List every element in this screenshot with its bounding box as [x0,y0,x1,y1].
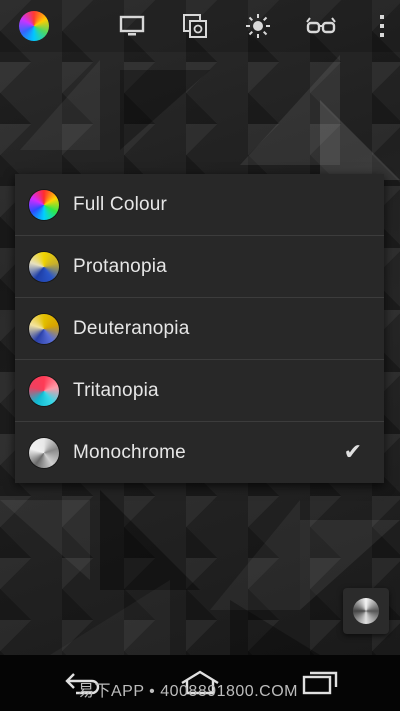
menu-item-tritanopia[interactable]: Tritanopia [15,360,384,422]
mode-toggle-button[interactable] [343,588,389,634]
monitor-icon[interactable] [118,12,146,40]
recent-apps-icon[interactable] [300,669,340,695]
menu-item-label: Deuteranopia [73,318,190,339]
menu-item-full-colour[interactable]: Full Colour [15,174,384,236]
monochrome-wheel-icon [353,598,379,624]
full-colour-swatch-icon [29,190,59,220]
color-wheel-icon[interactable] [18,10,50,42]
brightness-icon[interactable] [244,12,272,40]
glasses-icon[interactable] [305,12,337,40]
monochrome-swatch-icon [29,438,59,468]
menu-item-monochrome[interactable]: Monochrome ✔ [15,422,384,483]
menu-item-label: Tritanopia [73,380,159,401]
menu-item-label: Protanopia [73,256,167,277]
deuteranopia-swatch-icon [29,314,59,344]
colour-mode-menu: Full Colour Protanopia Deuteranopia Trit… [15,174,384,483]
menu-item-label: Monochrome [73,442,186,463]
more-vert-icon[interactable] [368,12,396,40]
menu-item-deuteranopia[interactable]: Deuteranopia [15,298,384,360]
menu-item-protanopia[interactable]: Protanopia [15,236,384,298]
protanopia-swatch-icon [29,252,59,282]
screenshot-icon[interactable] [181,12,209,40]
system-nav-bar: 易下APP • 4008891800.COM [0,655,400,711]
watermark-text: 易下APP • 4008891800.COM [78,683,298,700]
selected-check-icon: ✔ [343,440,362,465]
menu-item-label: Full Colour [73,194,168,215]
top-toolbar [0,0,400,52]
tritanopia-swatch-icon [29,376,59,406]
